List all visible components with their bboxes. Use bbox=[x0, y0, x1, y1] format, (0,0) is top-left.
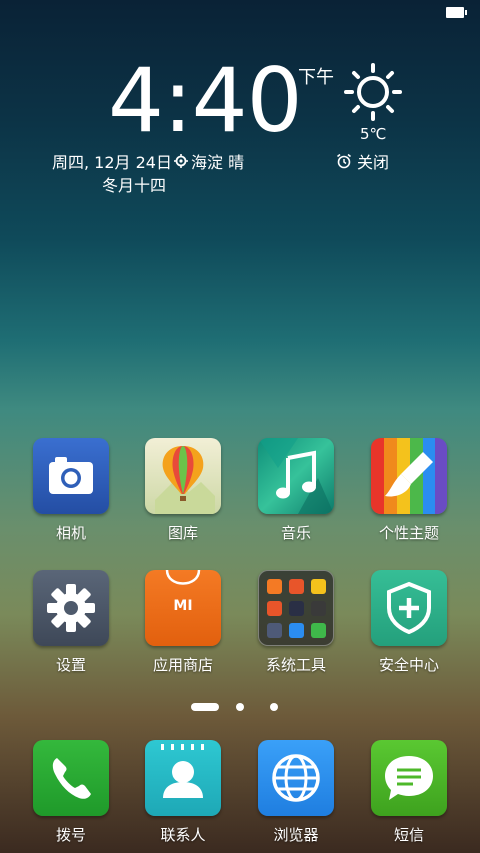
app-settings[interactable]: 设置 bbox=[16, 570, 126, 675]
balloon-icon bbox=[155, 446, 215, 514]
page-indicator[interactable] bbox=[0, 701, 480, 713]
app-label: 联系人 bbox=[160, 826, 206, 844]
app-label: 安全中心 bbox=[378, 656, 439, 674]
app-label: 音乐 bbox=[280, 524, 311, 542]
lunar-date: 冬月十四 bbox=[102, 176, 167, 195]
battery-icon bbox=[446, 7, 467, 18]
app-messages[interactable]: 短信 bbox=[354, 740, 464, 845]
message-icon bbox=[385, 756, 433, 800]
page-dot-active[interactable] bbox=[191, 703, 219, 711]
alarm-text: 关闭 bbox=[357, 153, 390, 172]
clock-ampm: 下午 bbox=[298, 67, 334, 88]
app-music[interactable]: 音乐 bbox=[241, 438, 351, 543]
music-note-icon bbox=[258, 438, 334, 514]
alarm-clock-icon bbox=[337, 153, 351, 169]
location-text: 海淀 晴 bbox=[190, 153, 245, 172]
app-browser[interactable]: 浏览器 bbox=[241, 740, 351, 845]
app-contacts[interactable]: 联系人 bbox=[128, 740, 238, 845]
app-label: 图库 bbox=[167, 524, 198, 542]
app-label: 个性主题 bbox=[378, 524, 439, 542]
app-label: 浏览器 bbox=[273, 826, 319, 844]
date-text: 周四, 12月 24日 bbox=[52, 153, 172, 172]
folder-icon bbox=[267, 579, 326, 638]
gear-icon bbox=[47, 584, 95, 632]
app-label: 设置 bbox=[55, 656, 86, 674]
app-themes[interactable]: 个性主题 bbox=[354, 438, 464, 543]
app-store[interactable]: MI 应用商店 bbox=[128, 570, 238, 675]
app-label: 相机 bbox=[55, 524, 86, 542]
shield-plus-icon bbox=[387, 581, 431, 635]
globe-icon bbox=[272, 754, 320, 802]
temperature: 5℃ bbox=[360, 125, 387, 143]
app-phone[interactable]: 拨号 bbox=[16, 740, 126, 845]
clock-weather-widget[interactable]: 4:40 下午 5℃ 周四, 12月 24日 海淀 晴 冬月十四 关闭 bbox=[0, 55, 480, 195]
camera-icon bbox=[49, 457, 93, 494]
app-label: 拨号 bbox=[55, 826, 86, 844]
alarm-status[interactable]: 关闭 bbox=[336, 149, 389, 173]
page-dot[interactable] bbox=[270, 703, 278, 711]
app-gallery[interactable]: 图库 bbox=[128, 438, 238, 543]
app-system-tools-folder[interactable]: 系统工具 bbox=[241, 570, 351, 675]
contact-icon bbox=[161, 744, 204, 798]
date-location[interactable]: 周四, 12月 24日 海淀 晴 bbox=[52, 149, 244, 173]
app-label: 应用商店 bbox=[152, 656, 213, 674]
page-dot[interactable] bbox=[236, 703, 244, 711]
location-icon bbox=[173, 154, 188, 168]
store-logo-text: MI bbox=[173, 598, 193, 614]
paintbrush-icon bbox=[371, 438, 447, 514]
app-label: 短信 bbox=[393, 826, 424, 844]
app-security-center[interactable]: 安全中心 bbox=[354, 570, 464, 675]
phone-icon bbox=[52, 758, 91, 799]
clock-time[interactable]: 4:40 bbox=[108, 55, 303, 147]
sun-icon[interactable] bbox=[344, 63, 402, 121]
status-bar bbox=[0, 0, 480, 26]
app-camera[interactable]: 相机 bbox=[16, 438, 126, 543]
app-label: 系统工具 bbox=[265, 656, 326, 674]
